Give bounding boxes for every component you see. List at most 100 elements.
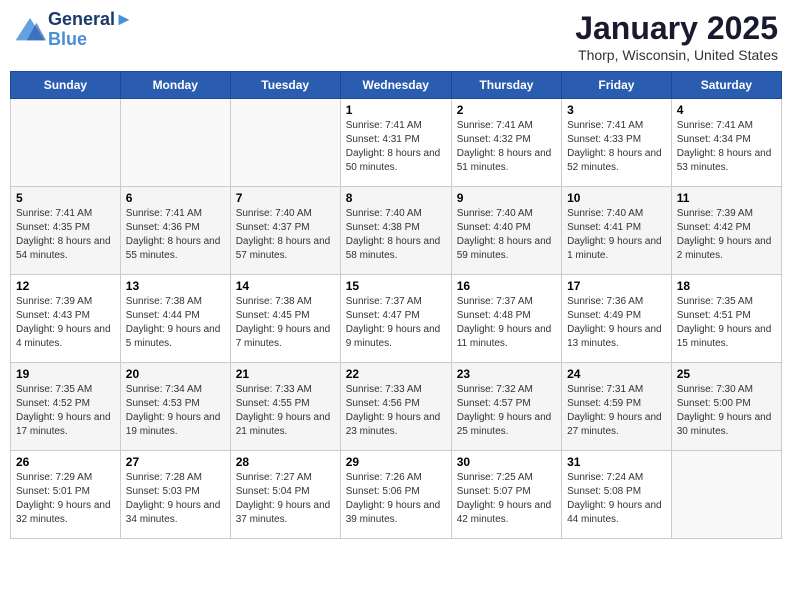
day-detail: Sunrise: 7:41 AMSunset: 4:34 PMDaylight:… <box>677 119 776 175</box>
calendar-day-cell: 27 Sunrise: 7:28 AMSunset: 5:03 PMDaylig… <box>120 451 230 539</box>
day-number: 6 <box>126 191 225 205</box>
day-detail: Sunrise: 7:35 AMSunset: 4:51 PMDaylight:… <box>677 295 776 351</box>
calendar-day-cell: 21 Sunrise: 7:33 AMSunset: 4:55 PMDaylig… <box>230 363 340 451</box>
day-number: 30 <box>457 455 556 469</box>
calendar-day-cell: 31 Sunrise: 7:24 AMSunset: 5:08 PMDaylig… <box>562 451 672 539</box>
day-number: 10 <box>567 191 666 205</box>
day-detail: Sunrise: 7:25 AMSunset: 5:07 PMDaylight:… <box>457 471 556 527</box>
month-title: January 2025 <box>575 10 778 47</box>
day-detail: Sunrise: 7:32 AMSunset: 4:57 PMDaylight:… <box>457 383 556 439</box>
calendar-header-row: SundayMondayTuesdayWednesdayThursdayFrid… <box>11 72 782 99</box>
calendar-day-cell: 24 Sunrise: 7:31 AMSunset: 4:59 PMDaylig… <box>562 363 672 451</box>
day-detail: Sunrise: 7:28 AMSunset: 5:03 PMDaylight:… <box>126 471 225 527</box>
day-detail: Sunrise: 7:38 AMSunset: 4:44 PMDaylight:… <box>126 295 225 351</box>
day-detail: Sunrise: 7:33 AMSunset: 4:56 PMDaylight:… <box>346 383 446 439</box>
day-detail: Sunrise: 7:24 AMSunset: 5:08 PMDaylight:… <box>567 471 666 527</box>
calendar-day-cell: 8 Sunrise: 7:40 AMSunset: 4:38 PMDayligh… <box>340 187 451 275</box>
day-number: 27 <box>126 455 225 469</box>
calendar-day-cell: 12 Sunrise: 7:39 AMSunset: 4:43 PMDaylig… <box>11 275 121 363</box>
calendar-day-cell: 5 Sunrise: 7:41 AMSunset: 4:35 PMDayligh… <box>11 187 121 275</box>
day-number: 22 <box>346 367 446 381</box>
day-number: 7 <box>236 191 335 205</box>
calendar-day-cell: 3 Sunrise: 7:41 AMSunset: 4:33 PMDayligh… <box>562 99 672 187</box>
calendar-day-cell: 22 Sunrise: 7:33 AMSunset: 4:56 PMDaylig… <box>340 363 451 451</box>
calendar-table: SundayMondayTuesdayWednesdayThursdayFrid… <box>10 71 782 539</box>
day-detail: Sunrise: 7:41 AMSunset: 4:31 PMDaylight:… <box>346 119 446 175</box>
day-number: 13 <box>126 279 225 293</box>
calendar-header-cell: Friday <box>562 72 672 99</box>
calendar-day-cell: 11 Sunrise: 7:39 AMSunset: 4:42 PMDaylig… <box>671 187 781 275</box>
calendar-day-cell: 9 Sunrise: 7:40 AMSunset: 4:40 PMDayligh… <box>451 187 561 275</box>
calendar-header-cell: Wednesday <box>340 72 451 99</box>
calendar-day-cell: 17 Sunrise: 7:36 AMSunset: 4:49 PMDaylig… <box>562 275 672 363</box>
calendar-day-cell <box>671 451 781 539</box>
day-number: 18 <box>677 279 776 293</box>
day-detail: Sunrise: 7:37 AMSunset: 4:48 PMDaylight:… <box>457 295 556 351</box>
logo-text: General► Blue <box>48 10 133 50</box>
day-number: 8 <box>346 191 446 205</box>
day-number: 4 <box>677 103 776 117</box>
calendar-day-cell: 30 Sunrise: 7:25 AMSunset: 5:07 PMDaylig… <box>451 451 561 539</box>
calendar-day-cell: 14 Sunrise: 7:38 AMSunset: 4:45 PMDaylig… <box>230 275 340 363</box>
day-detail: Sunrise: 7:39 AMSunset: 4:43 PMDaylight:… <box>16 295 115 351</box>
day-number: 15 <box>346 279 446 293</box>
calendar-week-row: 19 Sunrise: 7:35 AMSunset: 4:52 PMDaylig… <box>11 363 782 451</box>
day-detail: Sunrise: 7:41 AMSunset: 4:33 PMDaylight:… <box>567 119 666 175</box>
calendar-body: 1 Sunrise: 7:41 AMSunset: 4:31 PMDayligh… <box>11 99 782 539</box>
day-number: 25 <box>677 367 776 381</box>
calendar-week-row: 1 Sunrise: 7:41 AMSunset: 4:31 PMDayligh… <box>11 99 782 187</box>
page-header: General► Blue January 2025 Thorp, Wiscon… <box>10 10 782 63</box>
calendar-header-cell: Saturday <box>671 72 781 99</box>
day-detail: Sunrise: 7:40 AMSunset: 4:41 PMDaylight:… <box>567 207 666 263</box>
day-number: 17 <box>567 279 666 293</box>
day-detail: Sunrise: 7:30 AMSunset: 5:00 PMDaylight:… <box>677 383 776 439</box>
day-number: 2 <box>457 103 556 117</box>
day-detail: Sunrise: 7:40 AMSunset: 4:38 PMDaylight:… <box>346 207 446 263</box>
day-number: 12 <box>16 279 115 293</box>
calendar-day-cell: 1 Sunrise: 7:41 AMSunset: 4:31 PMDayligh… <box>340 99 451 187</box>
day-number: 20 <box>126 367 225 381</box>
calendar-day-cell <box>11 99 121 187</box>
calendar-day-cell <box>230 99 340 187</box>
day-detail: Sunrise: 7:34 AMSunset: 4:53 PMDaylight:… <box>126 383 225 439</box>
calendar-day-cell: 26 Sunrise: 7:29 AMSunset: 5:01 PMDaylig… <box>11 451 121 539</box>
day-number: 28 <box>236 455 335 469</box>
day-detail: Sunrise: 7:33 AMSunset: 4:55 PMDaylight:… <box>236 383 335 439</box>
day-detail: Sunrise: 7:35 AMSunset: 4:52 PMDaylight:… <box>16 383 115 439</box>
day-detail: Sunrise: 7:39 AMSunset: 4:42 PMDaylight:… <box>677 207 776 263</box>
day-number: 11 <box>677 191 776 205</box>
day-number: 21 <box>236 367 335 381</box>
day-number: 16 <box>457 279 556 293</box>
calendar-day-cell: 2 Sunrise: 7:41 AMSunset: 4:32 PMDayligh… <box>451 99 561 187</box>
calendar-day-cell: 6 Sunrise: 7:41 AMSunset: 4:36 PMDayligh… <box>120 187 230 275</box>
calendar-day-cell: 10 Sunrise: 7:40 AMSunset: 4:41 PMDaylig… <box>562 187 672 275</box>
calendar-header-cell: Sunday <box>11 72 121 99</box>
location: Thorp, Wisconsin, United States <box>575 47 778 63</box>
title-block: January 2025 Thorp, Wisconsin, United St… <box>575 10 778 63</box>
day-number: 29 <box>346 455 446 469</box>
day-detail: Sunrise: 7:37 AMSunset: 4:47 PMDaylight:… <box>346 295 446 351</box>
day-number: 26 <box>16 455 115 469</box>
calendar-day-cell <box>120 99 230 187</box>
calendar-header-cell: Thursday <box>451 72 561 99</box>
calendar-day-cell: 28 Sunrise: 7:27 AMSunset: 5:04 PMDaylig… <box>230 451 340 539</box>
day-detail: Sunrise: 7:27 AMSunset: 5:04 PMDaylight:… <box>236 471 335 527</box>
calendar-day-cell: 23 Sunrise: 7:32 AMSunset: 4:57 PMDaylig… <box>451 363 561 451</box>
day-detail: Sunrise: 7:40 AMSunset: 4:40 PMDaylight:… <box>457 207 556 263</box>
day-detail: Sunrise: 7:41 AMSunset: 4:32 PMDaylight:… <box>457 119 556 175</box>
calendar-day-cell: 25 Sunrise: 7:30 AMSunset: 5:00 PMDaylig… <box>671 363 781 451</box>
day-detail: Sunrise: 7:40 AMSunset: 4:37 PMDaylight:… <box>236 207 335 263</box>
day-detail: Sunrise: 7:26 AMSunset: 5:06 PMDaylight:… <box>346 471 446 527</box>
day-number: 3 <box>567 103 666 117</box>
calendar-week-row: 5 Sunrise: 7:41 AMSunset: 4:35 PMDayligh… <box>11 187 782 275</box>
day-detail: Sunrise: 7:41 AMSunset: 4:35 PMDaylight:… <box>16 207 115 263</box>
calendar-day-cell: 4 Sunrise: 7:41 AMSunset: 4:34 PMDayligh… <box>671 99 781 187</box>
calendar-week-row: 12 Sunrise: 7:39 AMSunset: 4:43 PMDaylig… <box>11 275 782 363</box>
day-detail: Sunrise: 7:38 AMSunset: 4:45 PMDaylight:… <box>236 295 335 351</box>
calendar-day-cell: 16 Sunrise: 7:37 AMSunset: 4:48 PMDaylig… <box>451 275 561 363</box>
day-number: 19 <box>16 367 115 381</box>
logo: General► Blue <box>14 10 133 50</box>
day-number: 9 <box>457 191 556 205</box>
day-number: 1 <box>346 103 446 117</box>
calendar-week-row: 26 Sunrise: 7:29 AMSunset: 5:01 PMDaylig… <box>11 451 782 539</box>
